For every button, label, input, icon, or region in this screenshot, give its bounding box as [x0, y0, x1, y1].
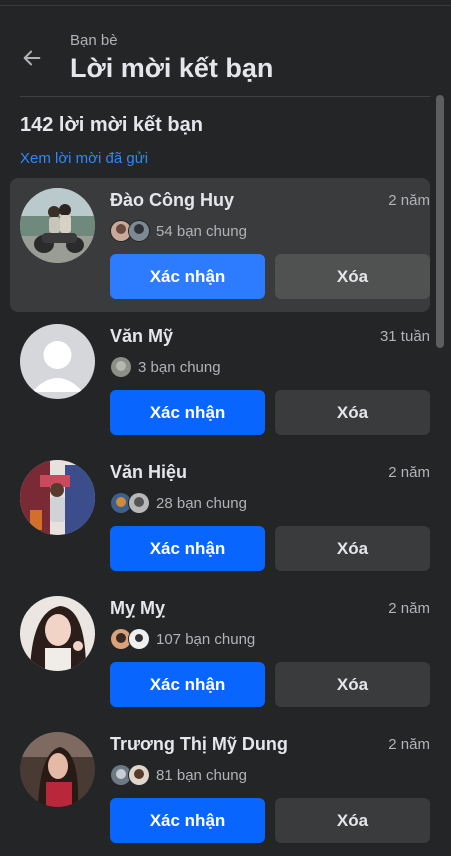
- mutual-friend-avatar: [128, 492, 150, 514]
- delete-button[interactable]: Xóa: [275, 254, 430, 299]
- requester-name[interactable]: Mỵ Mỵ: [110, 598, 165, 619]
- mutual-friends-count: 81 bạn chung: [156, 766, 247, 784]
- friend-request-card[interactable]: Mỵ Mỵ 2 năm 107 bạn chung Xác nhận Xóa: [10, 586, 430, 720]
- delete-button[interactable]: Xóa: [275, 798, 430, 843]
- mutual-friends[interactable]: 28 bạn chung: [110, 492, 247, 514]
- delete-button[interactable]: Xóa: [275, 526, 430, 571]
- avatar[interactable]: [20, 732, 95, 807]
- mutual-friend-avatar: [128, 220, 150, 242]
- request-time: 2 năm: [388, 736, 430, 753]
- mutual-friends-count: 28 bạn chung: [156, 494, 247, 512]
- confirm-button[interactable]: Xác nhận: [110, 662, 265, 707]
- request-time: 2 năm: [388, 600, 430, 617]
- arrow-left-icon: [23, 50, 41, 66]
- mutual-friend-avatar: [128, 628, 150, 650]
- request-time: 2 năm: [388, 464, 430, 481]
- request-time: 31 tuần: [379, 328, 430, 345]
- mutual-friends[interactable]: 107 bạn chung: [110, 628, 255, 650]
- breadcrumb[interactable]: Bạn bè: [70, 32, 118, 49]
- avatar[interactable]: [20, 188, 95, 263]
- requester-name[interactable]: Văn Hiệu: [110, 462, 187, 483]
- request-count: 142 lời mời kết bạn: [20, 114, 203, 136]
- friend-request-card[interactable]: Đào Công Huy 2 năm 54 bạn chung Xác nhận…: [10, 178, 430, 312]
- mutual-friends[interactable]: 54 bạn chung: [110, 220, 247, 242]
- delete-button[interactable]: Xóa: [275, 662, 430, 707]
- confirm-button[interactable]: Xác nhận: [110, 254, 265, 299]
- delete-button[interactable]: Xóa: [275, 390, 430, 435]
- mutual-friends[interactable]: 81 bạn chung: [110, 764, 247, 786]
- page-title: Lời mời kết bạn: [70, 53, 274, 83]
- requester-name[interactable]: Đào Công Huy: [110, 190, 234, 211]
- confirm-button[interactable]: Xác nhận: [110, 526, 265, 571]
- page-header: Bạn bè Lời mời kết bạn: [0, 0, 451, 97]
- avatar[interactable]: [20, 324, 95, 399]
- scrollbar-thumb[interactable]: [436, 95, 444, 348]
- avatar[interactable]: [20, 596, 95, 671]
- avatar[interactable]: [20, 460, 95, 535]
- requester-name[interactable]: Trương Thị Mỹ Dung: [110, 734, 288, 755]
- mutual-friends-count: 107 bạn chung: [156, 630, 256, 648]
- mutual-friend-avatar: [110, 356, 132, 378]
- divider: [20, 96, 430, 97]
- mutual-friends[interactable]: 3 bạn chung: [110, 356, 221, 378]
- mutual-friends-count: 3 bạn chung: [138, 358, 221, 376]
- back-button[interactable]: [20, 46, 44, 70]
- friend-request-card[interactable]: Văn Mỹ 31 tuần 3 bạn chung Xác nhận Xóa: [10, 314, 430, 448]
- friend-request-card[interactable]: Văn Hiệu 2 năm 28 bạn chung Xác nhận Xóa: [10, 450, 430, 584]
- mutual-friend-avatar: [128, 764, 150, 786]
- confirm-button[interactable]: Xác nhận: [110, 390, 265, 435]
- confirm-button[interactable]: Xác nhận: [110, 798, 265, 843]
- view-sent-requests-link[interactable]: Xem lời mời đã gửi: [20, 150, 148, 167]
- request-time: 2 năm: [388, 192, 430, 209]
- mutual-friends-count: 54 bạn chung: [156, 222, 247, 240]
- requester-name[interactable]: Văn Mỹ: [110, 326, 173, 347]
- friend-request-card[interactable]: Trương Thị Mỹ Dung 2 năm 81 bạn chung Xá…: [10, 722, 430, 856]
